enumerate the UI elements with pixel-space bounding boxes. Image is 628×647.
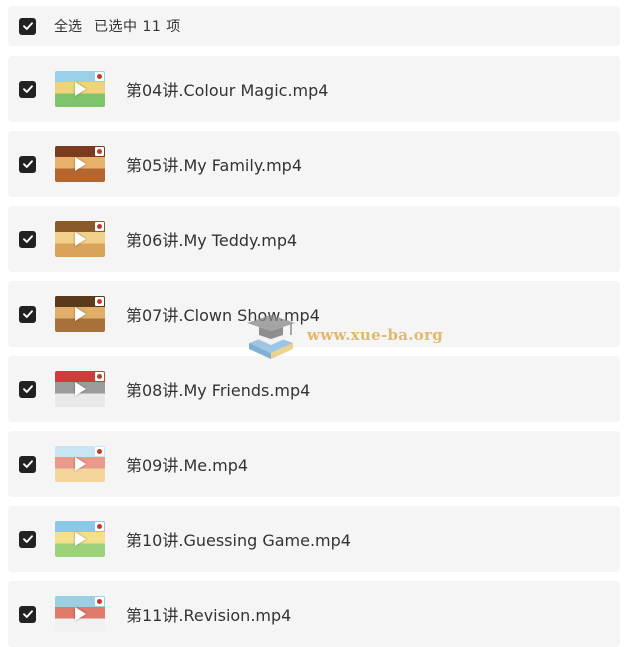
- play-icon: [75, 382, 87, 396]
- play-icon: [75, 532, 87, 546]
- checkmark-icon: [22, 22, 33, 30]
- checkmark-icon: [22, 160, 33, 168]
- video-thumbnail[interactable]: [55, 371, 105, 407]
- file-name[interactable]: 第10讲.Guessing Game.mp4: [126, 527, 351, 551]
- select-all-label[interactable]: 全选: [54, 16, 82, 36]
- selected-count-text: 已选中 11 项: [94, 19, 181, 35]
- file-checkbox[interactable]: [19, 605, 36, 623]
- select-all-checkbox[interactable]: [19, 17, 36, 35]
- file-row[interactable]: 第09讲.Me.mp4: [8, 431, 620, 497]
- video-thumbnail[interactable]: [55, 446, 105, 482]
- corner-badge-icon: [95, 372, 104, 381]
- corner-badge-icon: [95, 447, 104, 456]
- checkmark-icon: [22, 235, 33, 243]
- play-icon: [75, 457, 87, 471]
- checkmark-icon: [22, 610, 33, 618]
- file-checkbox[interactable]: [19, 380, 36, 398]
- video-thumbnail[interactable]: [55, 596, 105, 632]
- file-row[interactable]: 第05讲.My Family.mp4: [8, 131, 620, 197]
- corner-badge-icon: [95, 72, 104, 81]
- corner-badge-icon: [95, 522, 104, 531]
- corner-badge-icon: [95, 597, 104, 606]
- corner-badge-icon: [95, 222, 104, 231]
- file-name[interactable]: 第04讲.Colour Magic.mp4: [126, 77, 328, 101]
- file-name[interactable]: 第05讲.My Family.mp4: [126, 152, 302, 176]
- corner-badge-icon: [95, 297, 104, 306]
- checkmark-icon: [22, 310, 33, 318]
- video-thumbnail[interactable]: [55, 296, 105, 332]
- file-row[interactable]: 第06讲.My Teddy.mp4: [8, 206, 620, 272]
- file-checkbox[interactable]: [19, 455, 36, 473]
- checkmark-icon: [22, 85, 33, 93]
- corner-badge-icon: [95, 147, 104, 156]
- play-icon: [75, 82, 87, 96]
- file-name[interactable]: 第11讲.Revision.mp4: [126, 602, 291, 626]
- play-icon: [75, 232, 87, 246]
- video-thumbnail[interactable]: [55, 71, 105, 107]
- file-row[interactable]: 第10讲.Guessing Game.mp4: [8, 506, 620, 572]
- file-name[interactable]: 第08讲.My Friends.mp4: [126, 377, 310, 401]
- file-checkbox[interactable]: [19, 530, 36, 548]
- file-checkbox[interactable]: [19, 80, 36, 98]
- video-thumbnail[interactable]: [55, 521, 105, 557]
- checkmark-icon: [22, 535, 33, 543]
- file-row[interactable]: 第08讲.My Friends.mp4: [8, 356, 620, 422]
- video-thumbnail[interactable]: [55, 221, 105, 257]
- file-checkbox[interactable]: [19, 305, 36, 323]
- play-icon: [75, 157, 87, 171]
- play-icon: [75, 607, 87, 621]
- file-row[interactable]: 第07讲.Clown Show.mp4: [8, 281, 620, 347]
- play-icon: [75, 307, 87, 321]
- checkmark-icon: [22, 385, 33, 393]
- checkmark-icon: [22, 460, 33, 468]
- file-checkbox[interactable]: [19, 230, 36, 248]
- file-name[interactable]: 第07讲.Clown Show.mp4: [126, 302, 320, 326]
- file-row[interactable]: 第04讲.Colour Magic.mp4: [8, 56, 620, 122]
- file-checkbox[interactable]: [19, 155, 36, 173]
- select-all-bar: 全选 已选中 11 项: [8, 6, 620, 46]
- file-row[interactable]: 第11讲.Revision.mp4: [8, 581, 620, 647]
- file-name[interactable]: 第06讲.My Teddy.mp4: [126, 227, 297, 251]
- file-name[interactable]: 第09讲.Me.mp4: [126, 452, 248, 476]
- video-thumbnail[interactable]: [55, 146, 105, 182]
